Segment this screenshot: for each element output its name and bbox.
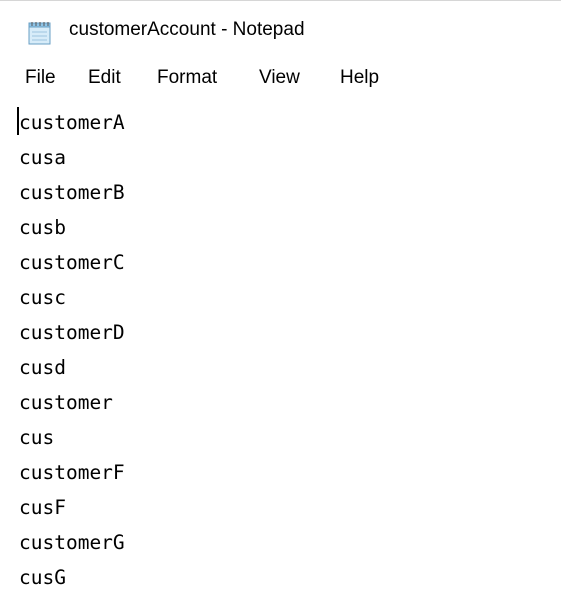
text-line: customerD <box>19 321 125 344</box>
text-line: customer <box>19 391 113 414</box>
menu-edit[interactable]: Edit <box>86 67 123 89</box>
menu-format[interactable]: Format <box>155 67 219 89</box>
text-line: cusa <box>19 146 66 169</box>
menu-bar: File Edit Format View Help <box>0 65 561 97</box>
text-line: customerC <box>19 251 125 274</box>
text-line: customerA <box>19 111 125 134</box>
notepad-icon <box>27 21 53 45</box>
text-line: customerB <box>19 181 125 204</box>
notepad-window: customerAccount - Notepad File Edit Form… <box>0 0 561 600</box>
menu-view[interactable]: View <box>257 67 302 89</box>
menu-file[interactable]: File <box>23 67 58 89</box>
text-line: cusd <box>19 356 66 379</box>
text-line: cusc <box>19 286 66 309</box>
text-line: customerG <box>19 531 125 554</box>
title-bar: customerAccount - Notepad <box>0 1 561 63</box>
text-line: customerF <box>19 461 125 484</box>
text-line: cusF <box>19 496 66 519</box>
window-title: customerAccount - Notepad <box>69 19 305 40</box>
text-line: cus <box>19 426 55 449</box>
text-line: cusG <box>19 566 66 589</box>
text-line: cusb <box>19 216 66 239</box>
menu-help[interactable]: Help <box>338 67 381 89</box>
